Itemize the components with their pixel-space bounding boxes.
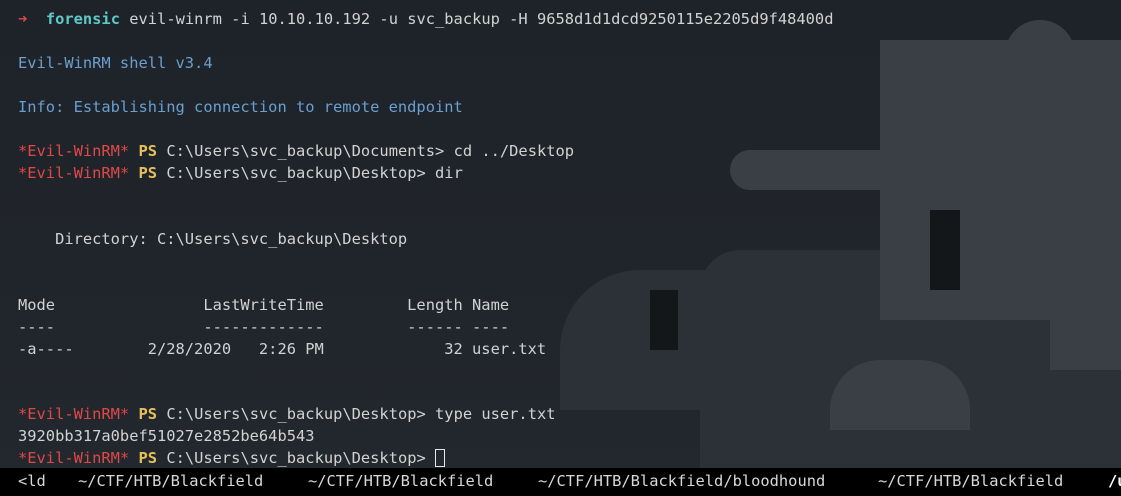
prompt-hostname: forensic xyxy=(45,10,120,28)
info-line: Info: Establishing connection to remote … xyxy=(18,98,463,116)
status-tab[interactable]: ~/CTF/HTB/Blackfield/bloodhound xyxy=(538,468,825,494)
ps-label: PS xyxy=(138,164,158,182)
ps-tag: *Evil-WinRM* xyxy=(18,449,130,467)
ps-tag: *Evil-WinRM* xyxy=(18,164,130,182)
ps-label: PS xyxy=(138,405,158,423)
prompt-command: evil-winrm -i 10.10.10.192 -u svc_backup… xyxy=(129,10,834,28)
ps-command: dir xyxy=(425,164,463,182)
prompt-arrow-icon: ➜ xyxy=(18,10,28,28)
status-tab-active[interactable]: /u xyxy=(1108,468,1121,494)
directory-line: Directory: C:\Users\svc_backup\Desktop xyxy=(18,230,408,248)
tmux-status-bar: <ld ~/CTF/HTB/Blackfield ~/CTF/HTB/Black… xyxy=(0,468,1121,496)
ps-command-line: *Evil-WinRM* PS C:\Users\svc_backup\Desk… xyxy=(18,403,556,425)
status-tab[interactable]: <ld xyxy=(18,468,46,494)
status-tab[interactable]: ~/CTF/HTB/Blackfield xyxy=(878,468,1063,494)
table-header: Mode LastWriteTime Length Name xyxy=(18,296,510,314)
table-rule: ---- ------------- ------ ---- xyxy=(18,318,510,336)
table-row: -a---- 2/28/2020 2:26 PM 32 user.txt xyxy=(18,340,547,358)
status-tab[interactable]: ~/CTF/HTB/Blackfield xyxy=(308,468,493,494)
status-tab[interactable]: ~/CTF/HTB/Blackfield xyxy=(78,468,263,494)
ps-path: C:\Users\svc_backup\Desktop> xyxy=(166,449,426,467)
ps-label: PS xyxy=(138,142,158,160)
ps-command-line: *Evil-WinRM* PS C:\Users\svc_backup\Docu… xyxy=(18,140,574,162)
ps-label: PS xyxy=(138,449,158,467)
banner-line: Evil-WinRM shell v3.4 xyxy=(18,54,213,72)
command-output: 3920bb317a0bef51027e2852be64b543 xyxy=(18,427,315,445)
shell-prompt-line: ➜ forensic evil-winrm -i 10.10.10.192 -u… xyxy=(18,8,833,30)
ps-tag: *Evil-WinRM* xyxy=(18,405,130,423)
ps-command xyxy=(426,449,435,467)
ps-command: cd ../Desktop xyxy=(444,142,575,160)
text-cursor xyxy=(435,449,446,467)
ps-command-line: *Evil-WinRM* PS C:\Users\svc_backup\Desk… xyxy=(18,162,463,184)
ps-command-line[interactable]: *Evil-WinRM* PS C:\Users\svc_backup\Desk… xyxy=(18,447,446,469)
ps-command: type user.txt xyxy=(425,405,556,423)
ps-path: C:\Users\svc_backup\Desktop> xyxy=(166,405,426,423)
ps-tag: *Evil-WinRM* xyxy=(18,142,130,160)
ps-path: C:\Users\svc_backup\Documents> xyxy=(166,142,445,160)
terminal-screen[interactable]: ➜ forensic evil-winrm -i 10.10.10.192 -u… xyxy=(0,0,1121,496)
ps-path: C:\Users\svc_backup\Desktop> xyxy=(166,164,426,182)
